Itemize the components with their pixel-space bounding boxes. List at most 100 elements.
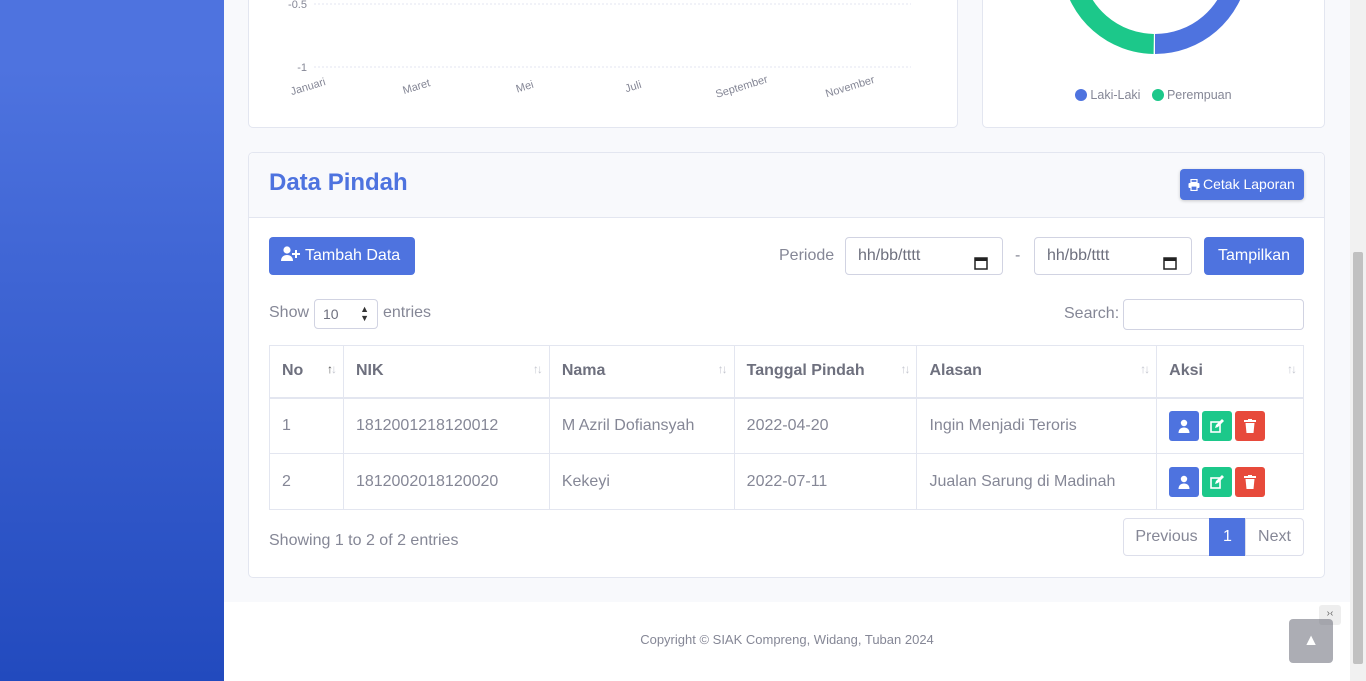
entries-label: entries: [383, 304, 432, 321]
y-tick-label: -1: [297, 62, 307, 74]
date-from-input[interactable]: hh/bb/tttt: [845, 237, 1003, 275]
delete-button[interactable]: [1235, 410, 1266, 441]
show-button[interactable]: Tampilkan: [1204, 237, 1304, 275]
legend-dot-perempuan: [1151, 89, 1164, 101]
cell-tanggal: 2022-04-20: [733, 397, 918, 454]
detail-button[interactable]: [1169, 410, 1200, 441]
chevron-up-icon: ▲: [1303, 632, 1319, 649]
add-data-button[interactable]: Tambah Data: [269, 237, 415, 275]
sort-icon: ↑↓: [1287, 362, 1297, 376]
pie-chart-card: Laki-Laki Perempuan: [982, 0, 1325, 128]
entries-select[interactable]: 10 ▲ ▼: [314, 299, 378, 329]
data-table: No ↑↓ NIK ↑↓ Nama ↑↓ Tanggal Pindah ↑↓ Alasa…: [269, 345, 1304, 510]
cell-nik: 1812001218120012: [342, 397, 550, 454]
pie-slice-perempuan[interactable]: [1070, 0, 1155, 54]
footer: Copyright © SIAK Compreng, Widang, Tuban…: [224, 602, 1350, 681]
date-separator: -: [1015, 247, 1021, 264]
delete-button[interactable]: [1235, 466, 1266, 497]
column-label: No: [282, 362, 304, 380]
column-header-tanggal-pindah[interactable]: Tanggal Pindah ↑↓: [733, 345, 918, 399]
x-tick-label: Januari: [289, 76, 327, 98]
date-to-placeholder: hh/bb/tttt: [1047, 247, 1110, 264]
detail-button[interactable]: [1169, 466, 1200, 497]
calendar-icon[interactable]: [974, 248, 988, 270]
search-input[interactable]: [1123, 299, 1304, 330]
user-plus-icon: [281, 239, 301, 277]
legend-item-laki-laki[interactable]: Laki-Laki: [1075, 88, 1140, 102]
print-report-button[interactable]: Cetak Laporan: [1180, 169, 1304, 200]
x-tick-label: Mei: [515, 79, 535, 96]
pie-slice-laki-laki[interactable]: [1154, 0, 1240, 54]
cell-aksi: [1156, 397, 1304, 454]
sort-icon: ↑↓: [532, 362, 543, 376]
edit-button[interactable]: [1202, 466, 1233, 497]
table-row: 1 1812001218120012 M Azril Dofiansyah 20…: [269, 397, 1304, 454]
show-label: Show: [269, 304, 310, 321]
edit-button[interactable]: [1202, 410, 1233, 441]
column-header-alasan[interactable]: Alasan ↑↓: [916, 345, 1158, 399]
pie-chart: [1070, 0, 1240, 54]
search-label: Search:: [1064, 305, 1120, 322]
column-header-nik[interactable]: NIK ↑↓: [342, 345, 550, 399]
column-header-nama[interactable]: Nama ↑↓: [548, 345, 735, 399]
x-tick-label: Juli: [624, 79, 643, 95]
cell-nik: 1812002018120020: [342, 453, 550, 510]
periode-label: Periode: [779, 247, 835, 264]
column-header-aksi[interactable]: Aksi ↑↓: [1156, 345, 1304, 399]
date-to-input[interactable]: hh/bb/tttt: [1034, 237, 1192, 275]
edit-icon: [1210, 418, 1225, 433]
trash-icon: [1244, 474, 1257, 489]
add-button-label: Tambah Data: [305, 247, 401, 264]
x-tick-label: November: [824, 74, 876, 100]
table-header-row: No ↑↓ NIK ↑↓ Nama ↑↓ Tanggal Pindah ↑↓ Alasa…: [269, 345, 1304, 399]
sort-icon: ↑↓: [326, 362, 337, 376]
date-from-placeholder: hh/bb/tttt: [858, 247, 921, 264]
trash-icon: [1244, 418, 1257, 433]
pagination-page-1[interactable]: 1: [1209, 518, 1246, 556]
legend-label: Perempuan: [1166, 88, 1232, 102]
print-button-label: Cetak Laporan: [1203, 176, 1295, 192]
pagination-next[interactable]: Next: [1245, 518, 1304, 556]
cell-tanggal: 2022-07-11: [733, 453, 918, 510]
y-tick-label: -0.5: [288, 0, 307, 11]
area-chart: -0.5 -1 Januari Maret Mei Juli September Novemb…: [288, 0, 911, 101]
pagination-previous[interactable]: Previous: [1123, 518, 1210, 556]
scrollbar-thumb[interactable]: [1353, 252, 1363, 664]
column-header-no[interactable]: No ↑↓: [269, 345, 344, 399]
legend-label: Laki-Laki: [1090, 88, 1141, 102]
table-row: 2 1812002018120020 Kekeyi 2022-07-11 Jua…: [269, 453, 1304, 510]
cell-alasan: Jualan Sarung di Madinah: [916, 453, 1158, 510]
x-tick-label: Maret: [401, 77, 431, 97]
scroll-to-top-button[interactable]: ▲: [1289, 619, 1333, 663]
copyright-text: Copyright © SIAK Compreng, Widang, Tuban…: [640, 632, 934, 647]
sidebar: [0, 0, 224, 681]
legend-item-perempuan[interactable]: Perempuan: [1151, 88, 1232, 102]
data-pindah-card: Data Pindah Cetak Laporan Tambah Data Pe…: [248, 152, 1325, 578]
edit-icon: [1210, 474, 1225, 489]
card-header: Data Pindah Cetak Laporan: [249, 153, 1324, 218]
cell-alasan: Ingin Menjadi Teroris: [916, 397, 1158, 454]
user-icon: [1178, 475, 1190, 489]
cell-nama: Kekeyi: [548, 453, 735, 510]
page-scrollbar[interactable]: [1350, 0, 1366, 681]
pie-legend: Laki-Laki Perempuan: [983, 88, 1324, 102]
sort-icon: ↑↓: [717, 362, 728, 376]
sort-icon: ↑↓: [900, 362, 910, 376]
column-label: Aksi: [1169, 362, 1203, 380]
column-label: NIK: [355, 362, 384, 380]
cell-aksi: [1156, 453, 1304, 510]
cell-nama: M Azril Dofiansyah: [548, 397, 735, 454]
legend-dot-laki-laki: [1075, 89, 1088, 101]
cell-no: 2: [269, 453, 344, 510]
column-label: Nama: [561, 362, 606, 380]
calendar-icon[interactable]: [1163, 248, 1177, 270]
area-chart-card: -0.5 -1 Januari Maret Mei Juli September Novemb…: [248, 0, 958, 128]
page-title: Data Pindah: [269, 169, 408, 196]
table-info: Showing 1 to 2 of 2 entries: [269, 532, 459, 549]
cell-no: 1: [269, 397, 344, 454]
entries-value: 10: [323, 306, 339, 322]
select-arrows-icon: ▲ ▼: [360, 304, 369, 323]
column-label: Tanggal Pindah: [746, 362, 865, 380]
x-tick-label: September: [714, 73, 769, 100]
column-label: Alasan: [929, 362, 982, 380]
